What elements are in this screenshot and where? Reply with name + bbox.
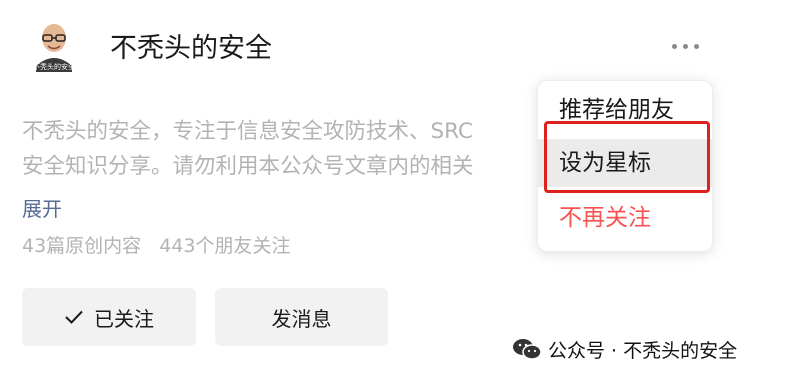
account-stats: 43篇原创内容 443个朋友关注 [22, 231, 291, 258]
description-line-2: 安全知识分享。请勿利用本公众号文章内的相关 [22, 154, 474, 179]
account-description: 不秃头的安全，专注于信息安全攻防技术、SRC 安全知识分享。请勿利用本公众号文章… [22, 114, 542, 184]
watermark: 公众号 · 不秃头的安全 [512, 335, 737, 363]
avatar-caption: 不秃头的安全 [33, 62, 75, 71]
followed-label: 已关注 [94, 306, 154, 331]
expand-link[interactable]: 展开 [22, 193, 62, 222]
watermark-text: 公众号 · 不秃头的安全 [548, 339, 738, 362]
account-name[interactable]: 不秃头的安全 [110, 26, 272, 65]
followed-button[interactable]: 已关注 [22, 288, 196, 346]
highlight-annotation-box [544, 121, 710, 193]
send-message-button[interactable]: 发消息 [215, 288, 388, 346]
send-message-label: 发消息 [271, 306, 332, 331]
avatar[interactable]: 不秃头的安全 [22, 16, 86, 80]
more-dot-icon [671, 43, 677, 49]
more-dot-icon [693, 43, 699, 49]
more-options-button[interactable] [664, 36, 706, 56]
menu-item-unfollow[interactable]: 不再关注 [538, 194, 712, 242]
avatar-image: 不秃头的安全 [22, 16, 86, 80]
more-dot-icon [682, 43, 688, 49]
original-count: 43篇原创内容 [22, 235, 142, 257]
friends-count: 443个朋友关注 [159, 235, 291, 257]
checkmark-icon [65, 310, 83, 324]
wechat-icon [513, 339, 542, 360]
description-line-1: 不秃头的安全，专注于信息安全攻防技术、SRC [22, 119, 474, 144]
